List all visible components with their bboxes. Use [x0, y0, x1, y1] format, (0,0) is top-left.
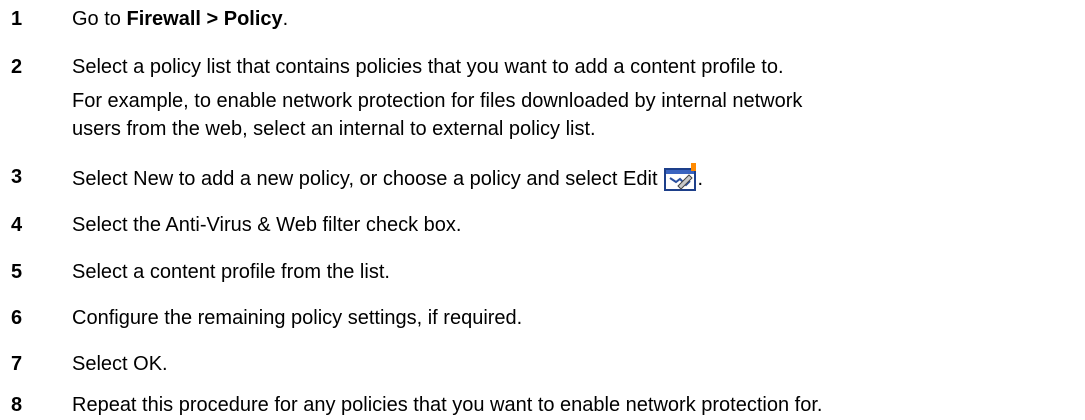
- step-text: Select a content profile from the list.: [72, 261, 390, 283]
- menu-path: Firewall > Policy: [126, 8, 283, 30]
- step-text: Select OK.: [72, 353, 168, 375]
- step-number: 2: [11, 56, 23, 78]
- step-note-line: For example, to enable network protectio…: [72, 90, 803, 112]
- edit-icon: [663, 163, 698, 199]
- step-text: Select a policy list that contains polic…: [72, 56, 784, 78]
- step-number: 8: [11, 394, 23, 416]
- step-text: Go to Firewall > Policy.: [72, 8, 289, 30]
- procedure-steps: 1 Go to Firewall > Policy. 2 Select a po…: [0, 0, 1085, 420]
- step-number: 3: [11, 166, 23, 188]
- step-number: 7: [11, 353, 23, 375]
- step-text: Repeat this procedure for any policies t…: [72, 394, 823, 416]
- step-number: 5: [11, 261, 23, 283]
- step-text: Configure the remaining policy settings,…: [72, 307, 523, 329]
- step-number: 4: [11, 214, 23, 236]
- step-number: 6: [11, 307, 23, 329]
- step-text: Select New to add a new policy, or choos…: [72, 163, 703, 199]
- step-text: Select the Anti-Virus & Web filter check…: [72, 214, 462, 236]
- step-number: 1: [11, 8, 23, 30]
- step-note-line: users from the web, select an internal t…: [72, 118, 596, 140]
